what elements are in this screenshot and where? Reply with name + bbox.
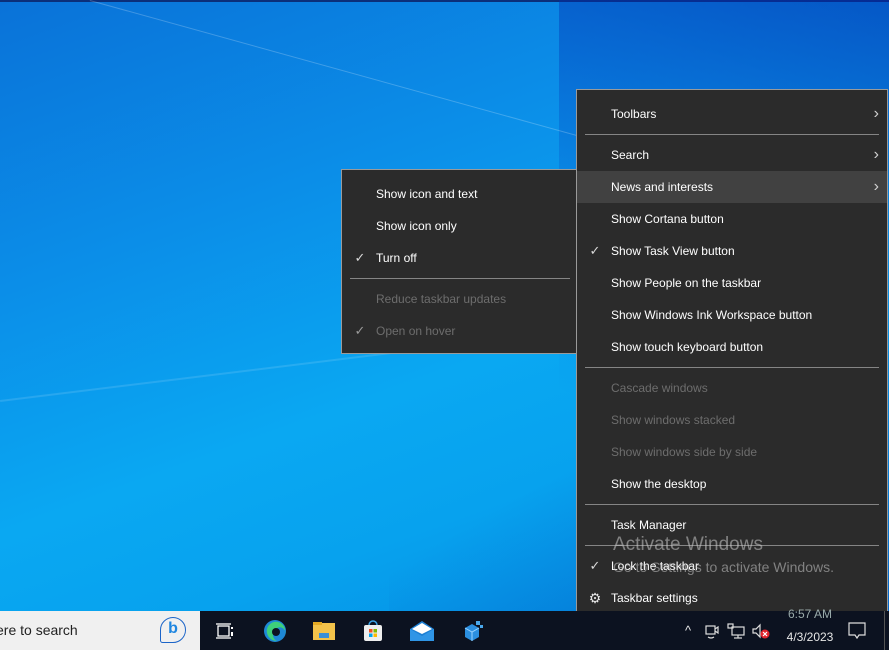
menu-item-cascade-windows: Cascade windows: [577, 372, 887, 404]
menu-item-label: Show Task View button: [611, 244, 735, 258]
menu-item-show-the-desktop[interactable]: Show the desktop: [577, 468, 887, 500]
3d-app-button[interactable]: [453, 611, 493, 650]
search-box[interactable]: ere to search b: [0, 611, 200, 650]
gear-icon: ⚙: [588, 590, 602, 606]
menu-item-show-icon-and-text[interactable]: Show icon and text: [342, 178, 578, 210]
menu-separator: [585, 545, 879, 546]
menu-item-show-people-on-the-taskbar[interactable]: Show People on the taskbar: [577, 267, 887, 299]
task-view-icon: [216, 622, 233, 639]
edge-icon: [264, 619, 286, 642]
menu-item-turn-off[interactable]: ✓ Turn off: [342, 242, 578, 274]
menu-item-label: Show Windows Ink Workspace button: [611, 308, 813, 322]
menu-item-label: Show windows stacked: [611, 413, 736, 427]
volume-muted-icon: [752, 623, 770, 638]
menu-item-label: News and interests: [611, 180, 714, 194]
checkmark-icon: ✓: [589, 243, 601, 258]
meet-now-button[interactable]: [702, 611, 722, 650]
menu-item-label: Lock the taskbar: [611, 559, 700, 573]
menu-item-show-touch-keyboard-button[interactable]: Show touch keyboard button: [577, 331, 887, 363]
edge-button[interactable]: [255, 611, 295, 650]
menu-item-open-on-hover: ✓ Open on hover: [342, 315, 578, 347]
network-button[interactable]: [726, 611, 746, 650]
menu-item-label: Show icon only: [376, 219, 457, 233]
menu-item-label: Show touch keyboard button: [611, 340, 764, 354]
menu-item-label: Turn off: [376, 251, 417, 265]
3d-cube-icon: [464, 620, 483, 641]
checkmark-icon: ✓: [354, 250, 366, 265]
menu-item-label: Show People on the taskbar: [611, 276, 762, 290]
menu-item-lock-the-taskbar[interactable]: ✓ Lock the taskbar: [577, 550, 887, 582]
menu-item-reduce-taskbar-updates: Reduce taskbar updates: [342, 283, 578, 315]
menu-item-show-windows-side-by-side: Show windows side by side: [577, 436, 887, 468]
menu-item-label: Show icon and text: [376, 187, 478, 201]
notification-icon: [848, 621, 866, 639]
menu-item-show-windows-ink-workspace-button[interactable]: Show Windows Ink Workspace button: [577, 299, 887, 331]
mail-icon: [410, 620, 434, 641]
menu-item-label: Search: [611, 148, 650, 162]
menu-item-label: Task Manager: [611, 518, 687, 532]
file-explorer-button[interactable]: [304, 611, 344, 650]
menu-item-label: Show Cortana button: [611, 212, 724, 226]
menu-separator: [585, 504, 879, 505]
show-hidden-icons-button[interactable]: ^: [678, 611, 698, 650]
menu-item-label: Reduce taskbar updates: [376, 292, 507, 306]
network-icon: [727, 622, 745, 639]
bing-icon[interactable]: b: [160, 617, 186, 643]
action-center-button[interactable]: [846, 611, 868, 650]
wallpaper-light-ray: [89, 0, 630, 151]
microsoft-store-button[interactable]: [353, 611, 393, 650]
checkmark-icon: ✓: [354, 323, 366, 338]
folder-icon: [313, 621, 335, 640]
search-placeholder: ere to search: [0, 622, 78, 638]
clock-date: 4/3/2023: [786, 630, 834, 644]
checkmark-icon: ✓: [589, 558, 601, 573]
store-icon: [364, 619, 382, 641]
task-view-button[interactable]: [205, 611, 245, 650]
menu-item-show-task-view-button[interactable]: ✓ Show Task View button: [577, 235, 887, 267]
menu-item-show-windows-stacked: Show windows stacked: [577, 404, 887, 436]
mail-button[interactable]: [402, 611, 442, 650]
clock-time: 6:57 AM: [787, 607, 833, 621]
taskbar[interactable]: ere to search b ^ 6:57 AM 4/3/2023: [0, 607, 889, 650]
menu-item-task-manager[interactable]: Task Manager: [577, 509, 887, 541]
menu-item-label: Show windows side by side: [611, 445, 758, 459]
menu-item-label: Taskbar settings: [611, 591, 698, 605]
clock[interactable]: 6:57 AM 4/3/2023: [778, 607, 842, 650]
news-and-interests-submenu: Show icon and text Show icon only ✓ Turn of…: [341, 169, 579, 354]
menu-item-news-and-interests[interactable]: News and interests ›: [577, 171, 887, 203]
chevron-right-icon: ›: [873, 178, 879, 195]
menu-item-show-cortana-button[interactable]: Show Cortana button: [577, 203, 887, 235]
chevron-up-icon: ^: [684, 623, 692, 638]
volume-button[interactable]: [750, 611, 772, 650]
menu-separator: [585, 367, 879, 368]
taskbar-context-menu: Toolbars › Search › News and interests › Show …: [576, 89, 888, 622]
menu-separator: [350, 278, 570, 279]
chevron-right-icon: ›: [873, 105, 879, 122]
camera-icon: [705, 624, 719, 639]
chevron-right-icon: ›: [873, 146, 879, 163]
menu-item-label: Open on hover: [376, 324, 456, 338]
menu-item-label: Show the desktop: [611, 477, 707, 491]
show-desktop-button[interactable]: [884, 611, 885, 650]
menu-item-search[interactable]: Search ›: [577, 139, 887, 171]
menu-item-show-icon-only[interactable]: Show icon only: [342, 210, 578, 242]
menu-item-label: Toolbars: [611, 107, 657, 121]
menu-separator: [585, 134, 879, 135]
menu-item-label: Cascade windows: [611, 381, 708, 395]
menu-item-toolbars[interactable]: Toolbars ›: [577, 98, 887, 130]
